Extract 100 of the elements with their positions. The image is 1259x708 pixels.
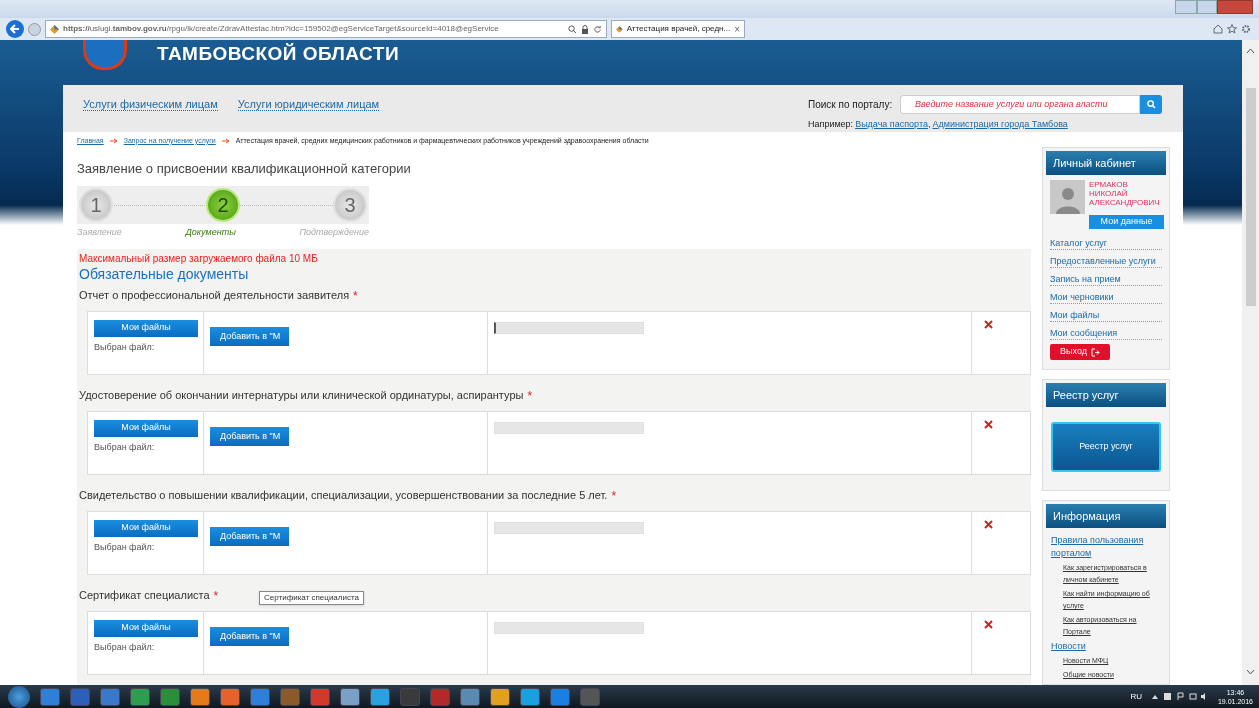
address-field[interactable]: https://uslugi.tambov.gov.ru/rpgu/lk/create/ZdravAttestac.htm?idc=159502@egServiceTarget&sourceId=4018@egService	[45, 20, 607, 38]
my-files-button[interactable]: Мои файлы	[94, 319, 198, 337]
maximize-button[interactable]	[1197, 0, 1217, 14]
scrollbar[interactable]	[1242, 40, 1259, 685]
sidebar-link[interactable]: Мои черновики	[1050, 286, 1162, 304]
taskbar-app-icon[interactable]	[490, 687, 510, 706]
my-files-button[interactable]: Мои файлы	[94, 619, 198, 637]
chosen-file-label: Выбран файл:	[94, 540, 155, 554]
minimize-button[interactable]	[1175, 0, 1197, 14]
logout-button[interactable]: Выход	[1050, 344, 1110, 360]
back-arrow-icon	[10, 24, 20, 34]
sidebar-link[interactable]: Каталог услуг	[1050, 232, 1162, 250]
example-label: Например:	[808, 117, 854, 131]
nav-link[interactable]: Услуги юридическим лицам	[237, 95, 380, 111]
home-icon[interactable]	[1213, 24, 1223, 34]
delete-icon[interactable]	[984, 419, 993, 429]
add-button[interactable]: Добавить в "М	[210, 326, 289, 346]
document-label: Свидетельство о повышении квалификации, специализации, усовершенствовании за последние 5 лет.	[79, 488, 608, 504]
info-link[interactable]: Новости	[1051, 640, 1161, 653]
section-title: Обязательные документы	[79, 264, 250, 284]
chosen-file-label: Выбран файл:	[94, 640, 155, 654]
taskbar-app-icon[interactable]	[40, 687, 60, 706]
step-label: Заявление	[77, 226, 122, 239]
nav-link[interactable]: Услуги физическим лицам	[83, 95, 218, 111]
delete-icon[interactable]	[984, 519, 993, 529]
user-name: АЛЕКСАНДРОВИЧ	[1089, 198, 1160, 207]
document-label: Удостоверение об окончании интернатуры или клинической ординатуры, аспирантуры	[79, 388, 524, 404]
forward-button[interactable]	[28, 22, 41, 36]
required-mark: *	[213, 587, 219, 605]
scroll-down-icon[interactable]	[1246, 669, 1255, 675]
back-button[interactable]	[6, 20, 24, 38]
taskbar-app-icon[interactable]	[220, 687, 240, 706]
chosen-file-label: Выбран файл:	[94, 440, 155, 454]
add-button[interactable]: Добавить в "М	[210, 626, 289, 646]
my-files-button[interactable]: Мои файлы	[94, 419, 198, 437]
site-icon	[616, 24, 623, 34]
tooltip: Сертификат специалиста	[259, 590, 364, 605]
taskbar-app-icon[interactable]	[130, 687, 150, 706]
file-input-field[interactable]	[494, 421, 644, 434]
tab-close-button[interactable]: ×	[734, 21, 740, 37]
user-name: ЕРМАКОВ	[1089, 180, 1129, 189]
taskbar-app-icon[interactable]	[160, 687, 180, 706]
settings-icon[interactable]	[1241, 24, 1251, 34]
panel-header: Информация	[1046, 504, 1166, 528]
region-title: ТАМБОВСКОЙ ОБЛАСТИ	[157, 42, 400, 66]
example-link[interactable]: Администрация города Тамбова	[932, 117, 1068, 132]
taskbar-app-icon[interactable]	[250, 687, 270, 706]
add-button[interactable]: Добавить в "М	[210, 526, 289, 546]
registry-button[interactable]: Реестр услуг	[1051, 422, 1161, 472]
file-input-field[interactable]	[494, 521, 644, 534]
example-link[interactable]: Выдача паспорта	[855, 117, 928, 132]
taskbar-app-icon[interactable]	[100, 687, 120, 706]
file-input-field[interactable]	[494, 621, 644, 634]
scroll-up-icon[interactable]	[1246, 48, 1255, 54]
file-size-notice: Максимальный размер загружаемого файла 10 МБ	[79, 251, 319, 266]
sidebar-link[interactable]: Мои файлы	[1050, 304, 1162, 322]
scrollbar-thumb[interactable]	[1245, 88, 1256, 306]
star-icon[interactable]	[1227, 24, 1237, 34]
step-label: Документы	[185, 226, 236, 239]
my-files-button[interactable]: Мои файлы	[94, 519, 198, 537]
document-label: Отчет о профессиональной деятельности заявителя	[79, 288, 350, 304]
taskbar-app-icon[interactable]	[190, 687, 210, 706]
required-mark: *	[527, 387, 533, 405]
delete-icon[interactable]	[984, 619, 993, 629]
file-input-field[interactable]	[494, 321, 644, 334]
taskbar-app-icon[interactable]	[370, 687, 390, 706]
taskbar-app-icon[interactable]	[520, 687, 540, 706]
taskbar-app-icon[interactable]	[460, 687, 480, 706]
url-text: https://uslugi.tambov.gov.ru/rpgu/lk/create/ZdravAttestac.htm?idc=159502@egServiceTarget&sourceId=4018@egService	[63, 23, 500, 35]
arrow-icon	[109, 138, 118, 144]
search-label: Поиск по порталу:	[808, 97, 894, 112]
my-data-button[interactable]: Мои данные	[1089, 215, 1164, 229]
sidebar-link[interactable]: Мои сообщения	[1050, 322, 1162, 340]
taskbar-app-icon[interactable]	[550, 687, 570, 706]
language-indicator[interactable]: RU	[1130, 690, 1142, 703]
emblem-logo	[83, 40, 127, 70]
site-icon	[50, 24, 59, 34]
required-mark: *	[353, 287, 358, 305]
user-name: НИКОЛАЙ	[1089, 189, 1129, 198]
info-link[interactable]: Правила пользования порталом	[1051, 534, 1161, 560]
search-icon[interactable]	[568, 24, 577, 34]
sidebar-link[interactable]: Предоставленные услуги	[1050, 250, 1162, 268]
required-mark: *	[611, 487, 617, 505]
close-button[interactable]	[1217, 0, 1253, 14]
search-button[interactable]	[1140, 94, 1162, 114]
add-button[interactable]: Добавить в "М	[210, 426, 289, 446]
taskbar-app-icon[interactable]	[340, 687, 360, 706]
taskbar-app-icon[interactable]	[310, 687, 330, 706]
separator: ,	[927, 117, 931, 131]
document-label: Сертификат специалиста	[79, 588, 210, 604]
browser-tab[interactable]: Аттестация врачей, средн... ×	[611, 20, 745, 38]
tab-title: Аттестация врачей, средн...	[626, 23, 731, 35]
search-field[interactable]: Введите название услуги или органа власти	[900, 94, 1140, 114]
tray-icons-drawing	[1151, 692, 1208, 701]
refresh-icon[interactable]	[593, 24, 602, 34]
sidebar-link[interactable]: Запись на прием	[1050, 268, 1162, 286]
start-button[interactable]	[8, 685, 30, 708]
chosen-file-label: Выбран файл:	[94, 340, 155, 354]
search-icon	[1146, 99, 1156, 109]
delete-icon[interactable]	[984, 319, 993, 329]
